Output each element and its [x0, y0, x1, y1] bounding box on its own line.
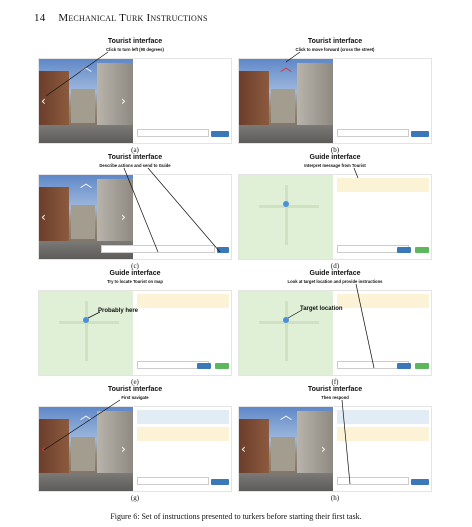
panel-subtitle: Look at target location and provide inst… — [287, 279, 383, 284]
panel-title: Tourist interface — [107, 38, 163, 45]
panel-caption: (a) — [131, 146, 139, 154]
chevron-right-icon[interactable]: › — [121, 95, 126, 107]
panel-caption: (h) — [330, 494, 340, 502]
panel-caption: (d) — [330, 262, 340, 270]
annotation-note: Probably here — [98, 308, 139, 314]
panel-caption: (f) — [331, 378, 339, 386]
chevron-right-icon[interactable]: › — [121, 211, 126, 223]
tourist-message — [137, 410, 229, 424]
chevron-right-icon[interactable]: › — [121, 443, 126, 455]
send-button[interactable] — [217, 247, 229, 253]
street-view[interactable]: ︿ ‹ › — [39, 407, 133, 491]
panel-title: Guide interface — [109, 270, 161, 277]
figure-caption: Figure 6: Set of instructions presented … — [110, 512, 362, 521]
chevron-up-icon[interactable]: ︿ — [80, 61, 92, 73]
send-button[interactable] — [197, 363, 211, 369]
chevron-left-icon[interactable]: ‹ — [41, 95, 46, 107]
chevron-right-icon[interactable]: › — [321, 443, 326, 455]
tourist-message — [337, 178, 429, 192]
guide-message — [137, 427, 229, 441]
interface-screenshot: ︿ ‹ › — [38, 58, 232, 144]
chevron-up-icon[interactable]: ︿ — [80, 177, 92, 189]
street-view[interactable]: ︿ — [239, 59, 333, 143]
panel-subtitle: Try to locate Tourist on map — [107, 279, 163, 284]
panel-caption: (c) — [131, 262, 139, 270]
guide-message — [337, 427, 429, 441]
panel-f: Guide interface Look at target location … — [238, 270, 432, 388]
evaluate-button[interactable] — [415, 363, 429, 369]
evaluate-button[interactable] — [215, 363, 229, 369]
annotation-note: Target location — [300, 306, 343, 312]
chevron-left-icon[interactable]: ‹ — [241, 443, 246, 455]
interface-screenshot: ︿ ‹ › — [38, 406, 232, 492]
send-button[interactable] — [397, 247, 411, 253]
panel-subtitle: Describe actions and send to Guide — [99, 163, 171, 168]
panel-h: Tourist interface Then respond ︿ ‹ › (h) — [238, 386, 432, 504]
interface-screenshot — [238, 290, 432, 376]
panel-b: Tourist interface Click to move forward … — [238, 38, 432, 156]
chevron-up-icon[interactable]: ︿ — [280, 61, 292, 73]
interface-screenshot: ︿ ‹ › — [238, 406, 432, 492]
send-button[interactable] — [211, 479, 229, 485]
interface-screenshot: ︿ ‹ › — [38, 174, 232, 260]
panel-e: Guide interface Try to locate Tourist on… — [38, 270, 232, 388]
guide-map[interactable] — [39, 291, 133, 375]
message-input[interactable] — [337, 129, 409, 137]
panel-subtitle: First navigate — [121, 395, 149, 400]
panel-caption: (b) — [330, 146, 340, 154]
panel-title: Tourist interface — [307, 38, 363, 45]
panel-title: Tourist interface — [307, 386, 363, 393]
send-button[interactable] — [397, 363, 411, 369]
message-input[interactable] — [137, 477, 209, 485]
chevron-up-icon[interactable]: ︿ — [80, 409, 92, 421]
chevron-left-icon[interactable]: ‹ — [41, 211, 46, 223]
send-button[interactable] — [211, 131, 229, 137]
location-pin-icon — [283, 317, 289, 323]
page-number: 14 — [34, 12, 46, 24]
panel-caption: (g) — [130, 494, 140, 502]
panel-title: Tourist interface — [107, 386, 163, 393]
chevron-left-icon[interactable]: ‹ — [41, 443, 46, 455]
interface-screenshot: ︿ — [238, 58, 432, 144]
panel-c: Tourist interface Describe actions and s… — [38, 154, 232, 272]
street-view[interactable]: ︿ ‹ › — [39, 59, 133, 143]
street-view[interactable]: ︿ ‹ › — [239, 407, 333, 491]
panel-a: Tourist interface Click to turn left (90… — [38, 38, 232, 156]
panel-title: Guide interface — [309, 270, 361, 277]
tourist-message — [337, 410, 429, 424]
interface-screenshot — [38, 290, 232, 376]
interface-screenshot — [238, 174, 432, 260]
panel-g: Tourist interface First navigate ︿ ‹ › (… — [38, 386, 232, 504]
chevron-up-icon[interactable]: ︿ — [280, 409, 292, 421]
panel-subtitle: Interpret message from Tourist — [304, 163, 366, 168]
location-pin-icon — [83, 317, 89, 323]
message-input[interactable] — [337, 477, 409, 485]
location-pin-icon — [283, 201, 289, 207]
panel-d: Guide interface Interpret message from T… — [238, 154, 432, 272]
panel-subtitle: Click to move forward (cross the street) — [295, 47, 375, 52]
panel-subtitle: Then respond — [321, 395, 349, 400]
message-input[interactable] — [101, 245, 215, 253]
evaluate-button[interactable] — [415, 247, 429, 253]
panel-subtitle: Click to turn left (90 degrees) — [106, 47, 164, 52]
panel-caption: (e) — [131, 378, 139, 386]
send-button[interactable] — [411, 479, 429, 485]
panel-title: Guide interface — [309, 154, 361, 161]
guide-map[interactable] — [239, 291, 333, 375]
page-header: 14 Mechanical Turk Instructions — [34, 12, 208, 24]
send-button[interactable] — [411, 131, 429, 137]
page-title: Mechanical Turk Instructions — [58, 12, 208, 24]
panel-title: Tourist interface — [107, 154, 163, 161]
tourist-message — [337, 294, 429, 308]
tourist-message — [137, 294, 229, 308]
message-input[interactable] — [137, 129, 209, 137]
guide-map[interactable] — [239, 175, 333, 259]
